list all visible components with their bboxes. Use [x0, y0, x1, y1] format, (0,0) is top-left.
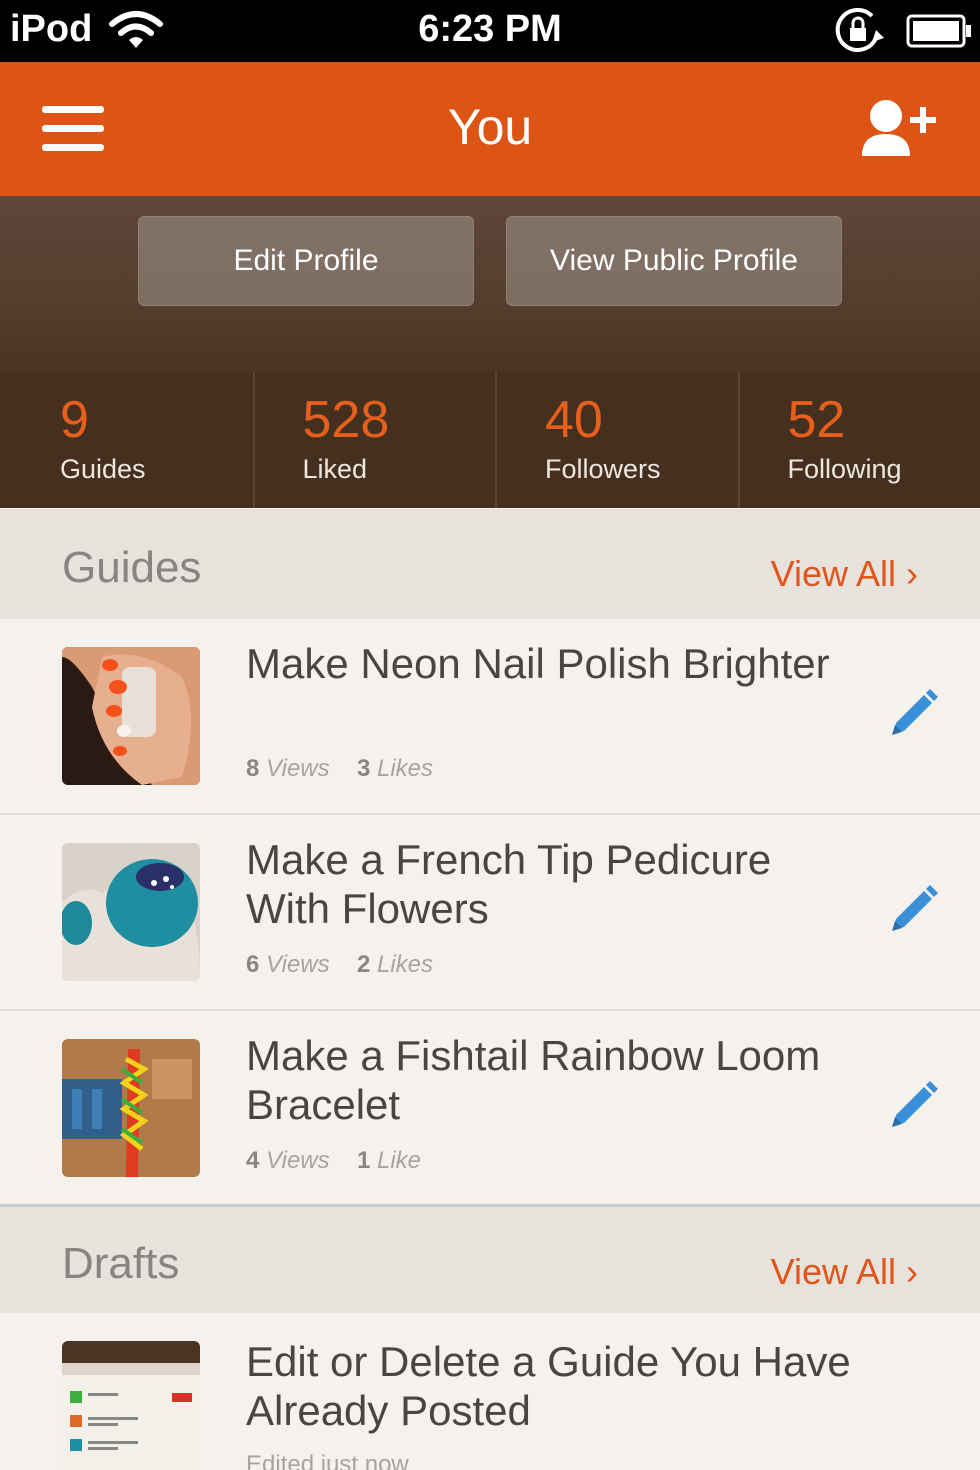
views-count: 8: [246, 755, 260, 782]
guides-view-all-link[interactable]: View All ›: [771, 553, 918, 595]
guide-row[interactable]: Make a French Tip Pedicure With Flowers …: [0, 815, 980, 1011]
rotation-lock-icon: [835, 8, 884, 52]
stat-label: Guides: [60, 454, 146, 484]
guide-meta: 8 Views 3 Likes: [246, 755, 433, 783]
stat-liked[interactable]: 528 Liked: [255, 372, 497, 508]
likes-count: 1: [356, 1147, 371, 1174]
likes-count: 3: [356, 755, 371, 782]
guide-meta: 6 Views 2 Likes: [246, 951, 433, 979]
pencil-icon[interactable]: [886, 687, 940, 741]
likes-label: Likes: [377, 755, 434, 782]
draft-row[interactable]: Edit or Delete a Guide You Have Already …: [0, 1313, 980, 1470]
section-title: Drafts: [62, 1239, 180, 1288]
stat-value: 528: [302, 391, 390, 449]
stat-value: 40: [545, 391, 603, 449]
guide-meta: 4 Views 1 Like: [246, 1147, 421, 1175]
views-count: 4: [246, 1147, 260, 1174]
draft-thumbnail: [62, 1341, 200, 1470]
stat-label: Followers: [545, 454, 661, 484]
profile-header: Edit Profile View Public Profile: [0, 196, 980, 372]
stat-value: 52: [787, 391, 846, 449]
pencil-icon[interactable]: [886, 883, 940, 937]
guide-title: Make a Fishtail Rainbow Loom Bracelet: [246, 1032, 821, 1128]
section-title: Guides: [62, 543, 202, 592]
guide-title: Make a French Tip Pedicure With Flowers: [246, 836, 772, 932]
stat-following[interactable]: 52 Following: [740, 372, 980, 508]
drafts-view-all-link[interactable]: View All ›: [771, 1251, 918, 1293]
likes-count: 2: [356, 951, 371, 978]
guide-thumbnail: [62, 843, 200, 981]
view-public-profile-button[interactable]: View Public Profile: [506, 216, 842, 306]
draft-title: Edit or Delete a Guide You Have Already …: [246, 1338, 851, 1434]
pencil-icon[interactable]: [886, 1079, 940, 1133]
views-label: Views: [266, 755, 330, 782]
stat-label: Liked: [302, 454, 368, 484]
views-label: Views: [266, 1147, 330, 1174]
add-user-icon[interactable]: [850, 92, 950, 172]
nav-bar: You: [0, 62, 980, 196]
likes-label: Likes: [377, 951, 434, 978]
stat-guides[interactable]: 9 Guides: [0, 372, 255, 508]
stats-bar: 9 Guides 528 Liked 40 Followers 52 Follo…: [0, 372, 980, 508]
stat-label: Following: [787, 454, 902, 484]
guide-row[interactable]: Make a Fishtail Rainbow Loom Bracelet 4 …: [0, 1011, 980, 1207]
guide-row[interactable]: Make Neon Nail Polish Brighter 8 Views 3…: [0, 619, 980, 815]
views-label: Views: [266, 951, 330, 978]
edit-profile-button[interactable]: Edit Profile: [138, 216, 474, 306]
guide-title: Make Neon Nail Polish Brighter: [246, 640, 830, 687]
stat-followers[interactable]: 40 Followers: [497, 372, 740, 508]
guide-thumbnail: [62, 1039, 200, 1177]
guide-thumbnail: [62, 647, 200, 785]
drafts-section-header: Drafts View All ›: [0, 1207, 980, 1313]
likes-label: Like: [377, 1147, 422, 1174]
page-title: You: [447, 99, 533, 155]
status-bar: iPod 6:23 PM: [0, 0, 980, 62]
stat-value: 9: [60, 391, 89, 449]
views-count: 6: [246, 951, 260, 978]
battery-icon: [906, 14, 971, 48]
guides-section-header: Guides View All ›: [0, 509, 980, 619]
draft-meta: Edited just now: [246, 1451, 409, 1470]
